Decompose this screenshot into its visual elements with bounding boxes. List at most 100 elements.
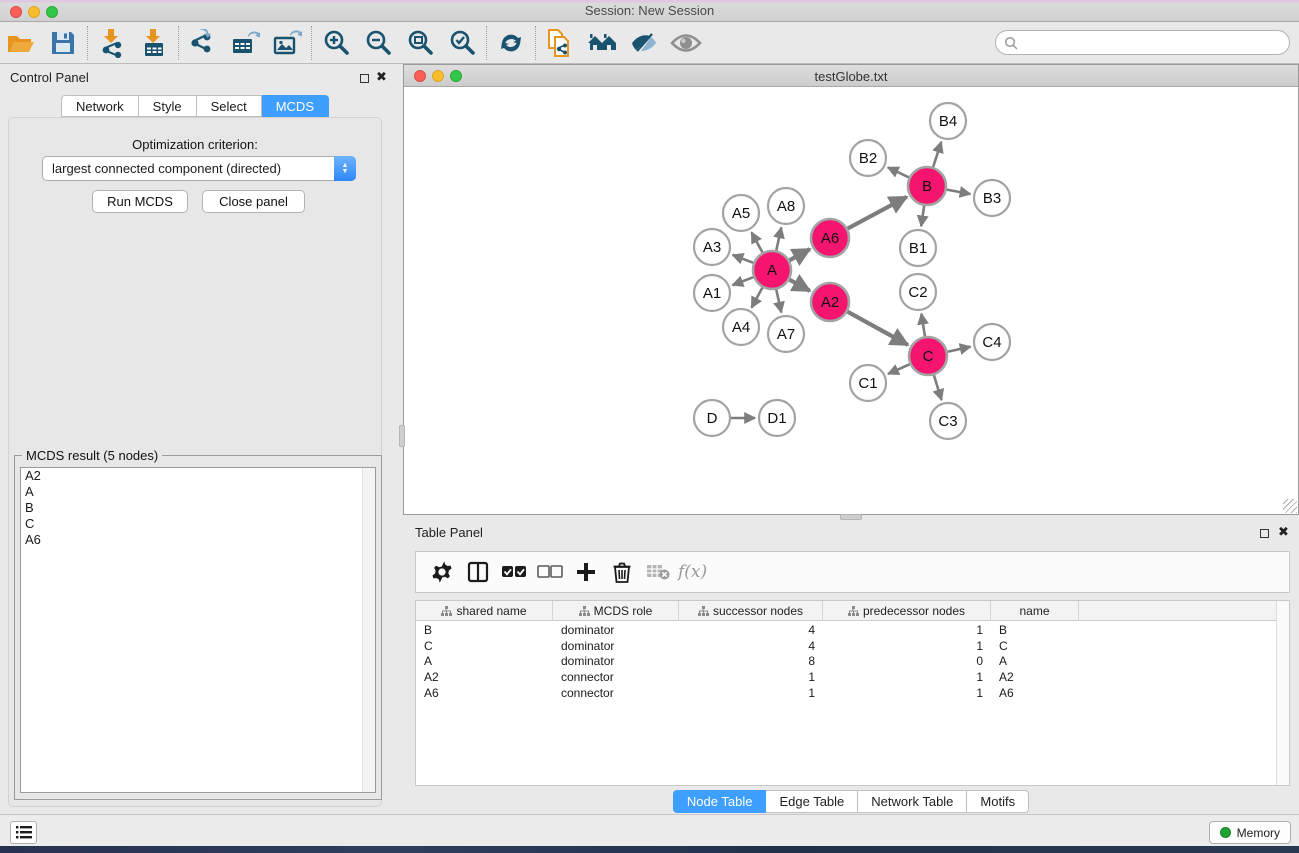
graph-edge-A-A3[interactable] bbox=[733, 255, 754, 263]
import-network-icon[interactable] bbox=[91, 24, 133, 62]
tab-style[interactable]: Style bbox=[139, 95, 197, 117]
select-all-icon[interactable] bbox=[496, 554, 532, 590]
result-item-B[interactable]: B bbox=[21, 500, 375, 516]
tab-edge-table[interactable]: Edge Table bbox=[766, 790, 858, 813]
result-item-A6[interactable]: A6 bbox=[21, 532, 375, 548]
graph-edge-C-C2[interactable] bbox=[921, 314, 925, 337]
export-network-icon[interactable] bbox=[182, 24, 224, 62]
float-panel-icon[interactable] bbox=[360, 71, 369, 86]
table-row-B[interactable]: Bdominator41B bbox=[416, 622, 1276, 638]
graph-node-A6[interactable]: A6 bbox=[811, 219, 849, 257]
tab-motifs[interactable]: Motifs bbox=[967, 790, 1029, 813]
tab-network[interactable]: Network bbox=[61, 95, 139, 117]
graph-edge-B-B2[interactable] bbox=[888, 167, 909, 177]
clone-network-icon[interactable] bbox=[539, 24, 581, 62]
zoom-fit-icon[interactable] bbox=[399, 24, 441, 62]
graph-node-B1[interactable]: B1 bbox=[900, 230, 936, 266]
graph-edge-C-C4[interactable] bbox=[948, 347, 971, 352]
search-input[interactable] bbox=[995, 30, 1290, 55]
graph-node-B[interactable]: B bbox=[908, 167, 946, 205]
graph-node-C1[interactable]: C1 bbox=[850, 365, 886, 401]
column-header-name[interactable]: name bbox=[991, 601, 1079, 621]
tab-node-table[interactable]: Node Table bbox=[673, 790, 767, 813]
network-overview-icon[interactable] bbox=[581, 24, 623, 62]
vertical-splitter-handle[interactable] bbox=[399, 425, 405, 447]
run-mcds-button[interactable]: Run MCDS bbox=[92, 190, 188, 213]
result-item-A[interactable]: A bbox=[21, 484, 375, 500]
result-scrollbar[interactable] bbox=[362, 468, 375, 792]
memory-button[interactable]: Memory bbox=[1209, 821, 1291, 844]
graph-edge-B-B4[interactable] bbox=[933, 142, 941, 167]
graph-edge-A-A6[interactable] bbox=[790, 249, 810, 260]
zoom-out-icon[interactable] bbox=[357, 24, 399, 62]
graph-node-D1[interactable]: D1 bbox=[759, 400, 795, 436]
show-column-icon[interactable] bbox=[460, 554, 496, 590]
graph-node-C2[interactable]: C2 bbox=[900, 274, 936, 310]
vizmapper-icon[interactable] bbox=[623, 24, 665, 62]
close-panel-button[interactable]: Close panel bbox=[202, 190, 305, 213]
network-window-titlebar[interactable]: testGlobe.txt bbox=[404, 65, 1298, 87]
tab-select[interactable]: Select bbox=[197, 95, 262, 117]
save-session-icon[interactable] bbox=[42, 24, 84, 62]
import-table-icon[interactable] bbox=[133, 24, 175, 62]
optimization-criterion-dropdown[interactable]: largest connected component (directed) ▲… bbox=[42, 156, 356, 181]
column-header-MCDS-role[interactable]: MCDS role bbox=[553, 601, 679, 621]
table-scrollbar[interactable] bbox=[1276, 601, 1289, 785]
graph-node-C3[interactable]: C3 bbox=[930, 403, 966, 439]
zoom-in-icon[interactable] bbox=[315, 24, 357, 62]
zoom-selected-icon[interactable] bbox=[441, 24, 483, 62]
function-builder-icon[interactable]: f(x) bbox=[678, 562, 707, 582]
graph-edge-C-C1[interactable] bbox=[888, 364, 910, 374]
search-field[interactable] bbox=[1018, 36, 1289, 50]
graph-node-A3[interactable]: A3 bbox=[694, 229, 730, 265]
graph-edge-A-A5[interactable] bbox=[752, 232, 763, 252]
result-item-A2[interactable]: A2 bbox=[21, 468, 375, 484]
graph-node-A4[interactable]: A4 bbox=[723, 309, 759, 345]
graph-edge-B-B1[interactable] bbox=[921, 206, 924, 226]
table-row-A[interactable]: Adominator80A bbox=[416, 654, 1276, 670]
graph-node-C4[interactable]: C4 bbox=[974, 324, 1010, 360]
table-row-A6[interactable]: A6connector11A6 bbox=[416, 685, 1276, 701]
open-file-icon[interactable] bbox=[0, 24, 42, 62]
graph-edge-A-A4[interactable] bbox=[752, 288, 763, 308]
delete-row-icon[interactable] bbox=[604, 554, 640, 590]
tab-mcds[interactable]: MCDS bbox=[262, 95, 329, 117]
graph-node-B3[interactable]: B3 bbox=[974, 180, 1010, 216]
delete-table-icon[interactable] bbox=[640, 554, 676, 590]
column-header-predecessor-nodes[interactable]: predecessor nodes bbox=[823, 601, 991, 621]
graph-edge-A-A8[interactable] bbox=[776, 227, 781, 250]
table-row-A2[interactable]: A2connector11A2 bbox=[416, 669, 1276, 685]
close-table-panel-icon[interactable]: ✖ bbox=[1278, 525, 1289, 538]
graph-node-A7[interactable]: A7 bbox=[768, 316, 804, 352]
export-table-icon[interactable] bbox=[224, 24, 266, 62]
graph-node-A2[interactable]: A2 bbox=[811, 283, 849, 321]
settings-gear-icon[interactable] bbox=[424, 554, 460, 590]
export-image-icon[interactable] bbox=[266, 24, 308, 62]
tab-network-table[interactable]: Network Table bbox=[858, 790, 967, 813]
graph-node-D[interactable]: D bbox=[694, 400, 730, 436]
network-canvas[interactable]: B4B2BB3A5A8A6B1A3AA1A2C2A4A7C4CC1C3DD1 bbox=[405, 88, 1298, 515]
graph-node-A5[interactable]: A5 bbox=[723, 195, 759, 231]
show-hide-icon[interactable] bbox=[665, 24, 707, 62]
column-header-successor-nodes[interactable]: successor nodes bbox=[679, 601, 823, 621]
graph-edge-A-A1[interactable] bbox=[733, 277, 754, 285]
graph-edge-A6-B[interactable] bbox=[848, 197, 907, 229]
apply-layout-icon[interactable] bbox=[490, 24, 532, 62]
add-row-icon[interactable] bbox=[568, 554, 604, 590]
table-row-C[interactable]: Cdominator41C bbox=[416, 638, 1276, 654]
window-resize-grip[interactable] bbox=[1283, 499, 1297, 513]
close-panel-icon[interactable]: ✖ bbox=[376, 70, 387, 83]
graph-node-A[interactable]: A bbox=[753, 251, 791, 289]
graph-node-C[interactable]: C bbox=[909, 337, 947, 375]
mcds-result-list[interactable]: A2ABCA6 bbox=[20, 467, 376, 793]
graph-node-A1[interactable]: A1 bbox=[694, 275, 730, 311]
graph-node-B2[interactable]: B2 bbox=[850, 140, 886, 176]
graph-node-B4[interactable]: B4 bbox=[930, 103, 966, 139]
graph-edge-A-A2[interactable] bbox=[790, 280, 810, 291]
graph-edge-A-A7[interactable] bbox=[776, 290, 781, 313]
unselect-all-icon[interactable] bbox=[532, 554, 568, 590]
column-header-shared-name[interactable]: shared name bbox=[416, 601, 553, 621]
graph-edge-C-C3[interactable] bbox=[934, 375, 942, 400]
task-history-button[interactable] bbox=[10, 821, 37, 844]
float-table-panel-icon[interactable] bbox=[1260, 526, 1269, 541]
